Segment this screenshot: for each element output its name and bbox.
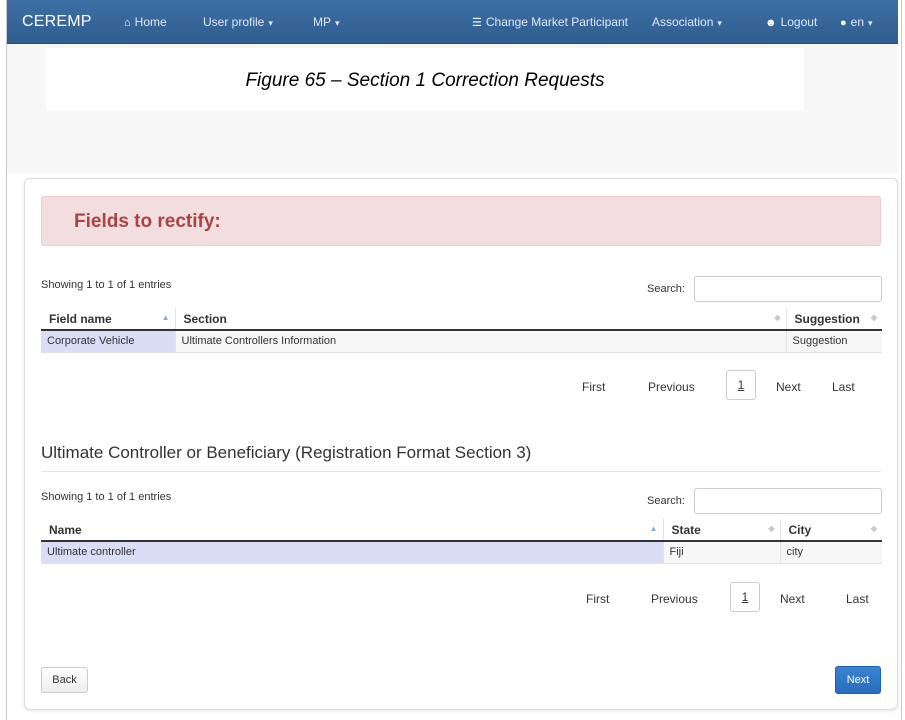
home-icon: ⌂: [124, 17, 131, 29]
nav-user-profile[interactable]: User profile ▾: [203, 0, 273, 44]
col-city[interactable]: City ◆: [780, 519, 882, 542]
nav-home-label: Home: [134, 15, 167, 29]
table1-search-label: Search:: [647, 283, 685, 295]
table2-search-label: Search:: [647, 495, 685, 507]
nav-user-profile-label: User profile: [203, 15, 265, 29]
sort-icon: ◆: [768, 524, 775, 533]
pager1-previous[interactable]: Previous: [648, 380, 695, 394]
pager1-page-1[interactable]: 1: [726, 370, 756, 400]
sort-icon: ◆: [870, 524, 877, 533]
nav-association[interactable]: Association ▾: [652, 0, 722, 44]
figure-caption: Figure 65 – Section 1 Correction Request…: [245, 70, 605, 91]
sort-icon: ◆: [774, 313, 781, 322]
pager1-last[interactable]: Last: [832, 380, 855, 394]
user-icon: ☻: [765, 17, 777, 29]
section-divider: [41, 471, 881, 472]
col-section[interactable]: Section ◆: [175, 308, 787, 331]
nav-home[interactable]: ⌂ Home: [124, 0, 167, 44]
chevron-down-icon: ▾: [335, 18, 340, 28]
nav-association-label: Association: [652, 15, 714, 29]
nav-logout-label: Logout: [780, 15, 818, 29]
nav-language-label: en: [850, 15, 865, 29]
col-state[interactable]: State ◆: [663, 519, 781, 542]
col-name-label: Name: [49, 522, 82, 537]
pager2-page-1[interactable]: 1: [730, 582, 760, 612]
col-field-name-label: Field name: [49, 311, 112, 326]
controller-table: Name ▲ State ◆ City ◆ Ultimate controller F…: [41, 519, 882, 564]
pager2-first[interactable]: First: [586, 592, 609, 606]
table-row[interactable]: Ultimate controller Fiji city: [41, 541, 882, 564]
cell-suggestion: Suggestion: [786, 330, 882, 353]
top-navbar: CEREMP ⌂ Home User profile ▾ MP ▾ ☰ Change M…: [7, 0, 898, 44]
rectify-alert: Fields to rectify:: [41, 196, 881, 246]
table1-info: Showing 1 to 1 of 1 entries: [41, 279, 172, 291]
brand-link[interactable]: CEREMP: [22, 0, 92, 44]
next-button[interactable]: Next: [835, 666, 881, 694]
col-state-label: State: [671, 522, 701, 537]
back-button[interactable]: Back: [41, 667, 88, 693]
pager1-first[interactable]: First: [582, 380, 605, 394]
section-heading: Ultimate Controller or Beneficiary (Regi…: [41, 443, 532, 462]
table2-info: Showing 1 to 1 of 1 entries: [41, 491, 172, 503]
table1-search-input[interactable]: [694, 276, 882, 302]
right-border: [901, 0, 902, 720]
cell-field-name: Corporate Vehicle: [41, 330, 176, 353]
col-suggestion[interactable]: Suggestion ◆: [786, 308, 882, 331]
table-row[interactable]: Corporate Vehicle Ultimate Controllers I…: [41, 330, 882, 353]
col-city-label: City: [788, 522, 812, 537]
nav-logout[interactable]: ☻ Logout: [765, 0, 817, 44]
pager2-next[interactable]: Next: [780, 592, 805, 606]
cell-name: Ultimate controller: [41, 541, 664, 564]
nav-mp-label: MP: [313, 15, 331, 29]
globe-icon: ●: [840, 17, 847, 29]
cell-section: Ultimate Controllers Information: [175, 330, 787, 353]
alert-title: Fields to rectify:: [74, 211, 221, 232]
main-panel: Fields to rectify: Showing 1 to 1 of 1 e…: [24, 178, 898, 710]
nav-change-mp-label: Change Market Participant: [485, 15, 628, 29]
nav-change-market-participant[interactable]: ☰ Change Market Participant: [472, 0, 628, 44]
col-suggestion-label: Suggestion: [794, 311, 860, 326]
pager2-last[interactable]: Last: [846, 592, 869, 606]
cell-state: Fiji: [663, 541, 781, 564]
sort-icon: ◆: [870, 313, 877, 322]
chevron-down-icon: ▾: [268, 18, 273, 28]
nav-mp[interactable]: MP ▾: [313, 0, 340, 44]
col-section-label: Section: [183, 311, 227, 326]
col-field-name[interactable]: Field name ▲: [41, 308, 176, 331]
figure-caption-band: Figure 65 – Section 1 Correction Request…: [46, 48, 804, 111]
rectify-table: Field name ▲ Section ◆ Suggestion ◆ Corpora…: [41, 308, 882, 353]
col-name[interactable]: Name ▲: [41, 519, 664, 542]
table2-search-input[interactable]: [694, 488, 882, 514]
cell-city: city: [780, 541, 882, 564]
chevron-down-icon: ▾: [868, 18, 873, 28]
sort-asc-icon: ▲: [649, 524, 658, 533]
list-icon: ☰: [472, 17, 482, 29]
chevron-down-icon: ▾: [717, 18, 722, 28]
pager1-next[interactable]: Next: [776, 380, 801, 394]
nav-language[interactable]: ● en ▾: [840, 0, 873, 44]
pager2-previous[interactable]: Previous: [651, 592, 698, 606]
sort-asc-icon: ▲: [161, 313, 170, 322]
